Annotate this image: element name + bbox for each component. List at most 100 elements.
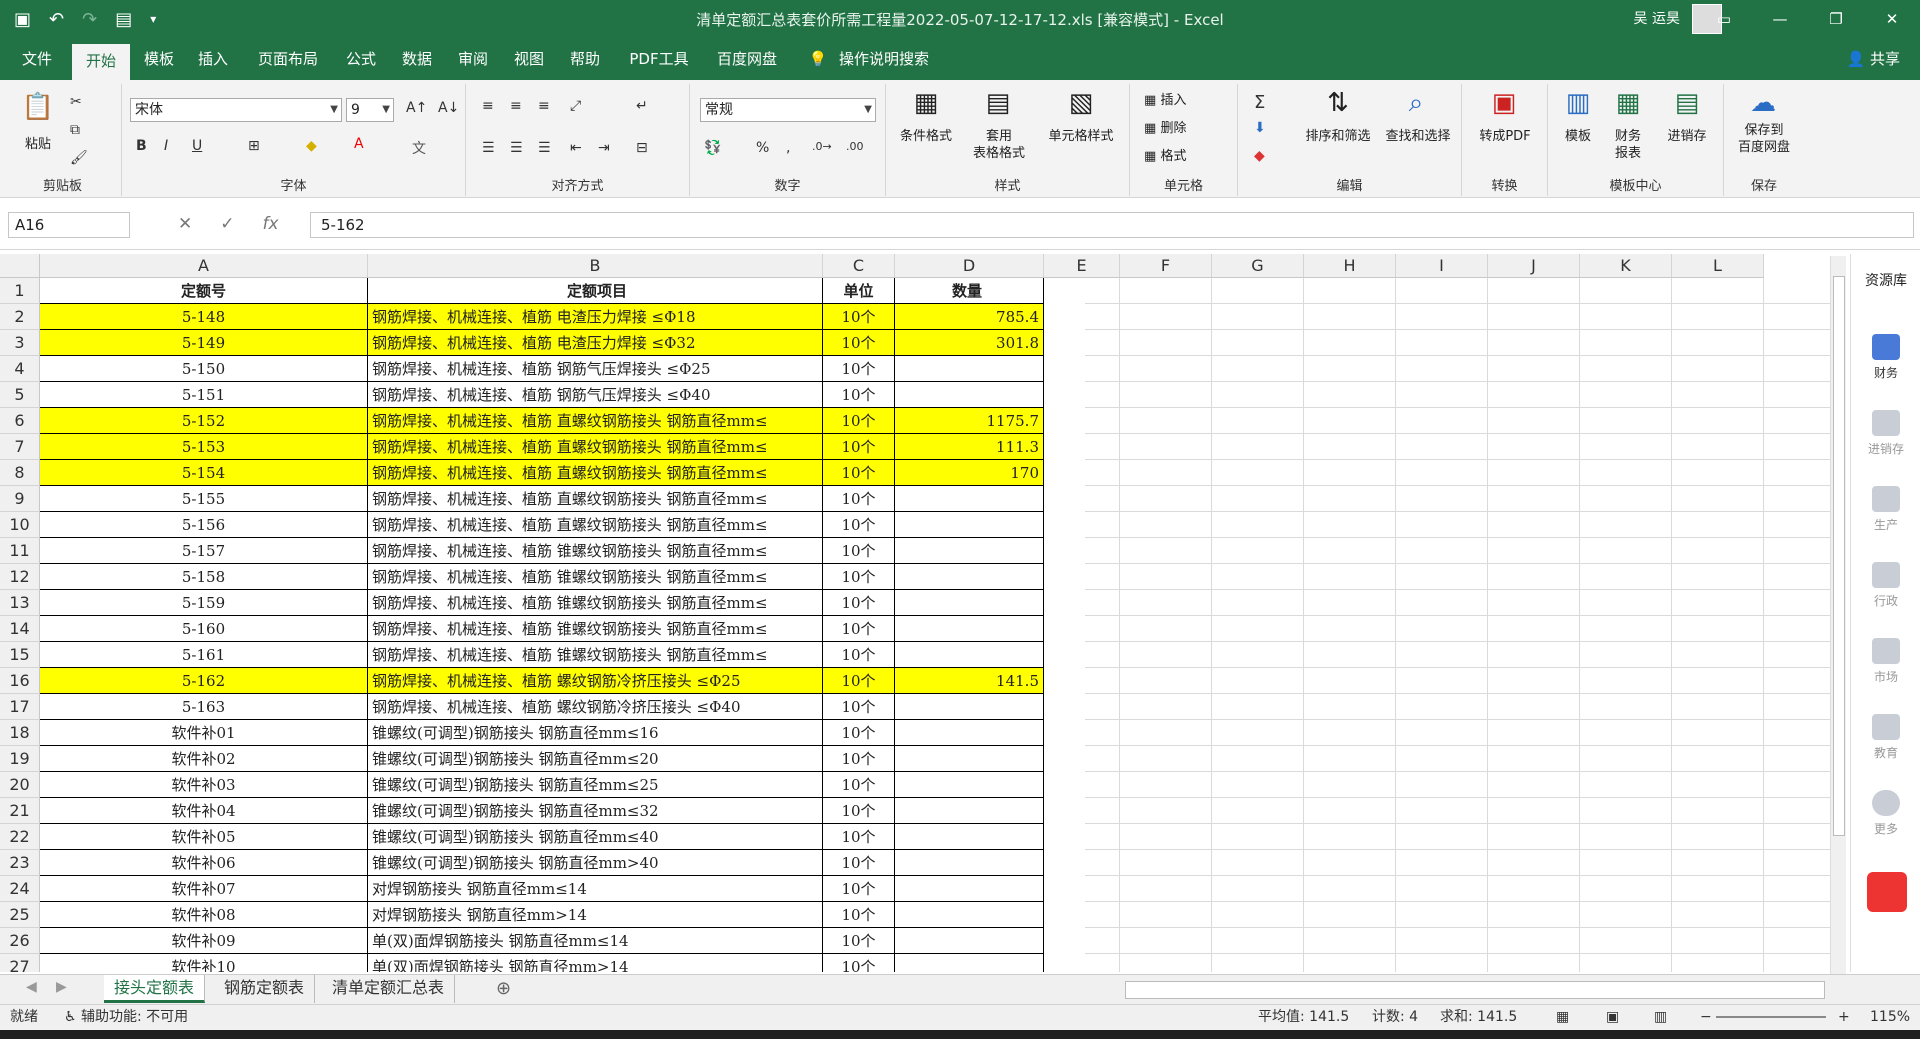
zoom-level[interactable]: 115% [1870,1005,1910,1029]
fill-color-icon[interactable]: ◆ [306,138,317,154]
table-cell[interactable]: 钢筋焊接、机械连接、植筋 钢筋气压焊接头 ≤Φ40 [368,382,823,408]
convert-pdf-button[interactable]: 转成PDF [1466,128,1544,145]
tab-review[interactable]: 审阅 [450,38,496,80]
zoom-in-icon[interactable]: + [1838,1005,1850,1029]
table-cell[interactable] [895,902,1044,928]
finance-report-button[interactable]: 财务 报表 [1606,128,1650,162]
row-header[interactable]: 15 [0,642,40,668]
table-cell[interactable]: 钢筋焊接、机械连接、植筋 锥螺纹钢筋接头 钢筋直径mm≤ [368,642,823,668]
page-layout-view-icon[interactable]: ▣ [1606,1005,1619,1029]
page-break-view-icon[interactable]: ▥ [1654,1005,1667,1029]
finance-report-icon[interactable]: ▦ [1606,88,1650,118]
percent-icon[interactable]: % [756,140,769,156]
row-header[interactable]: 1 [0,278,40,304]
border-icon[interactable]: ⊞ [248,138,260,154]
table-cell[interactable]: 5-150 [40,356,368,382]
table-cell[interactable]: 锥螺纹(可调型)钢筋接头 钢筋直径mm>40 [368,850,823,876]
row-header[interactable]: 21 [0,798,40,824]
find-select-button[interactable]: 查找和选择 [1376,128,1460,145]
column-header-L[interactable]: L [1672,254,1764,278]
table-cell[interactable]: 1175.7 [895,408,1044,434]
row-header[interactable]: 7 [0,434,40,460]
number-format-select[interactable]: 常规 ▼ [700,98,876,122]
align-left-icon[interactable]: ☰ [482,140,495,156]
sheet-tab-rebar[interactable]: 钢筋定额表 [214,975,316,1003]
accessibility-status[interactable]: ♿ 辅助功能: 不可用 [64,1005,188,1029]
table-cell[interactable]: 10个 [823,694,895,720]
table-cell[interactable]: 钢筋焊接、机械连接、植筋 直螺纹钢筋接头 钢筋直径mm≤ [368,486,823,512]
table-cell[interactable]: 10个 [823,616,895,642]
increase-font-icon[interactable]: A↑ [406,100,427,116]
column-header-K[interactable]: K [1580,254,1672,278]
table-cell[interactable]: 111.3 [895,434,1044,460]
table-cell[interactable]: 5-151 [40,382,368,408]
vertical-scrollbar[interactable] [1830,256,1846,974]
clear-icon[interactable]: ◆ [1254,148,1265,164]
table-cell[interactable]: 10个 [823,798,895,824]
table-cell[interactable]: 钢筋焊接、机械连接、植筋 直螺纹钢筋接头 钢筋直径mm≤ [368,434,823,460]
fill-icon[interactable]: ⬇ [1254,120,1266,136]
row-header[interactable]: 19 [0,746,40,772]
table-cell[interactable]: 软件补04 [40,798,368,824]
table-cell[interactable] [895,746,1044,772]
table-cell[interactable]: 钢筋焊接、机械连接、植筋 螺纹钢筋冷挤压接头 ≤Φ25 [368,668,823,694]
table-cell[interactable]: 5-163 [40,694,368,720]
check-icon[interactable]: ✓ [220,214,234,234]
font-color-icon[interactable]: A [354,136,364,152]
table-cell[interactable]: 10个 [823,512,895,538]
name-box[interactable]: A16 [8,212,130,238]
cell-styles-icon[interactable]: ▧ [1046,88,1116,118]
side-item-more[interactable]: 更多 [1851,790,1920,837]
table-cell[interactable]: 锥螺纹(可调型)钢筋接头 钢筋直径mm≤25 [368,772,823,798]
cell-styles-button[interactable]: 单元格样式 [1036,128,1126,145]
table-cell[interactable]: 软件补01 [40,720,368,746]
table-cell[interactable] [895,642,1044,668]
paste-button[interactable]: 粘贴 [18,136,58,153]
table-cell[interactable]: 5-159 [40,590,368,616]
table-cell[interactable]: 10个 [823,460,895,486]
table-cell[interactable]: 301.8 [895,330,1044,356]
underline-icon[interactable]: U [192,138,202,154]
row-header[interactable]: 11 [0,538,40,564]
header-cell[interactable]: 单位 [823,278,895,304]
side-item-finance[interactable]: 财务 [1851,334,1920,381]
table-cell[interactable]: 10个 [823,486,895,512]
formula-input[interactable]: 5-162 [310,212,1914,238]
normal-view-icon[interactable]: ▦ [1556,1005,1569,1029]
column-header-G[interactable]: G [1212,254,1304,278]
side-item-production[interactable]: 生产 [1851,486,1920,533]
table-cell[interactable]: 钢筋焊接、机械连接、植筋 锥螺纹钢筋接头 钢筋直径mm≤ [368,538,823,564]
align-top-icon[interactable]: ≡ [482,98,494,114]
table-cell[interactable]: 单(双)面焊钢筋接头 钢筋直径mm≤14 [368,928,823,954]
tab-home[interactable]: 开始 [72,44,130,80]
row-header[interactable]: 26 [0,928,40,954]
table-cell[interactable]: 10个 [823,642,895,668]
table-cell[interactable]: 141.5 [895,668,1044,694]
user-name[interactable]: 吴 运昊 [1634,8,1680,28]
format-cells-button[interactable]: ▦ 格式 [1144,148,1186,165]
tab-file[interactable]: 文件 [10,38,64,80]
share-button[interactable]: 👤 共享 [1847,38,1900,80]
table-cell[interactable]: 10个 [823,850,895,876]
column-header-J[interactable]: J [1488,254,1580,278]
table-cell[interactable]: 钢筋焊接、机械连接、植筋 锥螺纹钢筋接头 钢筋直径mm≤ [368,564,823,590]
table-cell[interactable]: 10个 [823,590,895,616]
add-sheet-icon[interactable]: ⊕ [496,978,511,999]
side-item-inventory[interactable]: 进销存 [1851,410,1920,457]
table-cell[interactable] [895,538,1044,564]
horizontal-scrollbar[interactable] [1125,981,1825,999]
orientation-icon[interactable]: ⤢ [570,98,581,114]
table-cell[interactable] [895,356,1044,382]
table-cell[interactable]: 785.4 [895,304,1044,330]
table-cell[interactable]: 10个 [823,954,895,972]
header-cell[interactable]: 定额项目 [368,278,823,304]
sheet-tab-summary[interactable]: 清单定额汇总表 [322,975,456,1003]
column-header-C[interactable]: C [823,254,895,278]
row-header[interactable]: 24 [0,876,40,902]
table-cell[interactable]: 5-156 [40,512,368,538]
table-cell[interactable]: 钢筋焊接、机械连接、植筋 直螺纹钢筋接头 钢筋直径mm≤ [368,408,823,434]
row-header[interactable]: 3 [0,330,40,356]
align-right-icon[interactable]: ☰ [538,140,551,156]
format-painter-icon[interactable]: 🖌 [70,150,88,166]
ribbon-display-icon[interactable]: ▭ [1696,0,1752,38]
